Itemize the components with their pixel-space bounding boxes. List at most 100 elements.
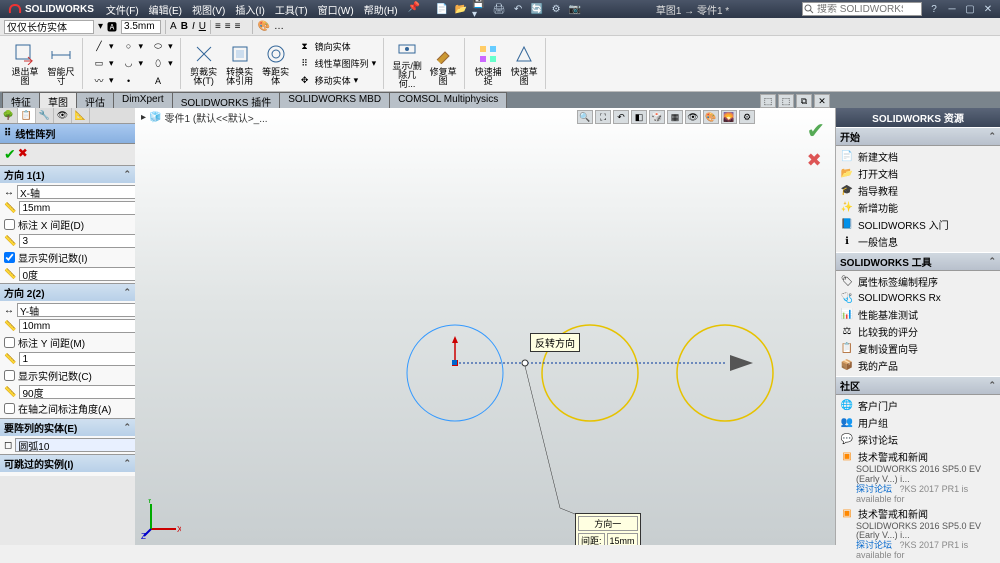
text-tool[interactable]: A: [148, 73, 176, 89]
task-pane-item[interactable]: ⚖比较我的评分: [838, 323, 998, 340]
save-icon[interactable]: 💾▾: [472, 2, 488, 16]
task-pane-item[interactable]: 📘SOLIDWORKS 入门: [838, 216, 998, 233]
pm-cancel-button[interactable]: ✖: [18, 146, 28, 163]
tile-v-icon[interactable]: ⬚: [778, 94, 794, 108]
mirror-button[interactable]: ⧗镜向实体: [295, 38, 380, 54]
reverse-icon[interactable]: ↔: [4, 303, 14, 317]
display-relations-button[interactable]: 显示/删除几何...: [390, 38, 424, 89]
reverse-icon[interactable]: ↔: [4, 185, 14, 199]
menu-file[interactable]: 文件(F): [102, 0, 143, 19]
news-link[interactable]: 探讨论坛: [856, 484, 892, 494]
rp-section-community[interactable]: 社区⌃: [836, 376, 1000, 395]
help-search[interactable]: ▾: [802, 2, 922, 16]
graphics-area[interactable]: ▸ 🧊 零件1 (默认<<默认>_... 🔍 ⛶ ↶ ◧ 🎲 ▦ 👁 🎨 🌄 ⚙…: [135, 108, 835, 545]
pm-checkbox[interactable]: [4, 252, 15, 263]
fm-tab-config[interactable]: 🔧: [36, 108, 54, 123]
menu-insert[interactable]: 插入(I): [231, 0, 268, 19]
open-icon[interactable]: 📂: [453, 2, 469, 16]
ellipse-tool[interactable]: ⬯▾: [148, 55, 176, 71]
underline-icon[interactable]: U: [199, 21, 206, 32]
menu-pin-icon[interactable]: 📌: [404, 0, 424, 19]
menu-window[interactable]: 窗口(W): [314, 0, 358, 19]
exit-sketch-button[interactable]: 退出草图: [8, 38, 42, 89]
options-icon[interactable]: ⚙: [548, 2, 564, 16]
convert-button[interactable]: 转换实体引用: [223, 38, 257, 89]
task-pane-item[interactable]: 📂打开文档: [838, 165, 998, 182]
task-pane-item[interactable]: 📦我的产品: [838, 357, 998, 374]
tab-mbd[interactable]: SOLIDWORKS MBD: [279, 92, 390, 108]
task-pane-item[interactable]: 📄新建文档: [838, 148, 998, 165]
pm-checkbox[interactable]: [4, 403, 15, 414]
capture-icon[interactable]: 📷: [567, 2, 583, 16]
task-pane-item[interactable]: 🩺SOLIDWORKS Rx: [838, 290, 998, 306]
pm-checkbox[interactable]: [4, 219, 15, 230]
rp-section-start[interactable]: 开始⌃: [836, 127, 1000, 146]
rect-tool[interactable]: ▭▾: [89, 55, 117, 71]
news-item[interactable]: ▣技术警戒和新闻: [838, 505, 998, 522]
rebuild-icon[interactable]: 🔄: [529, 2, 545, 16]
pm-section-header[interactable]: 方向 1(1)⌃: [0, 166, 135, 183]
layer-opts-icon[interactable]: ▾: [98, 21, 103, 32]
pm-checkbox[interactable]: [4, 337, 15, 348]
task-pane-item[interactable]: 🏷属性标签编制程序: [838, 273, 998, 290]
smart-dimension-button[interactable]: 智能尺寸: [44, 38, 78, 89]
tile-h-icon[interactable]: ⬚: [760, 94, 776, 108]
layer-dropdown[interactable]: 仅仅长仿实体: [4, 20, 94, 34]
pm-section-header[interactable]: 可跳过的实例(I)⌃: [0, 455, 135, 472]
search-input[interactable]: [815, 4, 905, 15]
move-button[interactable]: ✥移动实体▾: [295, 73, 380, 89]
spline-tool[interactable]: 〰▾: [89, 73, 117, 89]
pm-entity-list[interactable]: [15, 438, 153, 452]
linear-pattern-button[interactable]: ⠿线性草图阵列▾: [295, 55, 380, 71]
maximize-icon[interactable]: ▢: [962, 2, 978, 16]
repair-sketch-button[interactable]: 修复草图: [426, 38, 460, 89]
font-opts-icon[interactable]: 🅰: [107, 19, 117, 34]
undo-icon[interactable]: ↶: [510, 2, 526, 16]
help-icon[interactable]: ?: [926, 2, 942, 16]
align-center-icon[interactable]: ≡: [225, 21, 231, 32]
circle-tool[interactable]: ○▾: [119, 38, 147, 54]
color-icon[interactable]: 🎨: [257, 21, 269, 32]
collapse-icon[interactable]: ⌃: [988, 256, 996, 267]
task-pane-item[interactable]: 💬探讨论坛: [838, 431, 998, 448]
fm-tab-pm[interactable]: 📋: [18, 108, 36, 123]
close-doc-icon[interactable]: ✕: [814, 94, 830, 108]
align-right-icon[interactable]: ≡: [235, 21, 241, 32]
cascade-icon[interactable]: ⧉: [796, 94, 812, 108]
task-pane-item[interactable]: 📊性能基准测试: [838, 306, 998, 323]
collapse-icon[interactable]: ⌃: [988, 131, 996, 142]
task-pane-item[interactable]: 🎓指导教程: [838, 182, 998, 199]
tab-dimxpert[interactable]: DimXpert: [113, 92, 173, 108]
task-pane-item[interactable]: ✨新增功能: [838, 199, 998, 216]
menu-view[interactable]: 视图(V): [188, 0, 229, 19]
menu-edit[interactable]: 编辑(E): [145, 0, 186, 19]
arc-tool[interactable]: ◡▾: [119, 55, 147, 71]
trim-button[interactable]: 剪裁实体(T): [187, 38, 221, 89]
dimension-value[interactable]: 3.5mm: [121, 20, 161, 34]
task-pane-item[interactable]: 🌐客户门户: [838, 397, 998, 414]
search-dropdown-icon[interactable]: ▾: [905, 4, 910, 15]
fm-tab-tree[interactable]: 🌳: [0, 108, 18, 123]
align-left-icon[interactable]: ≡: [215, 21, 221, 32]
pm-section-header[interactable]: 方向 2(2)⌃: [0, 284, 135, 301]
tab-comsol[interactable]: COMSOL Multiphysics: [389, 92, 507, 108]
quick-snap-button[interactable]: 快速捕捉: [471, 38, 505, 89]
pm-checkbox[interactable]: [4, 370, 15, 381]
tab-addins[interactable]: SOLIDWORKS 插件: [172, 92, 281, 108]
new-icon[interactable]: 📄: [434, 2, 450, 16]
rp-section-tools[interactable]: SOLIDWORKS 工具⌃: [836, 252, 1000, 271]
dimension-callout[interactable]: 方向一 间距:15mm 实例:3: [575, 513, 641, 545]
offset-button[interactable]: 等距实体: [259, 38, 293, 89]
close-icon[interactable]: ✕: [980, 2, 996, 16]
slot-tool[interactable]: ⬭▾: [148, 38, 176, 54]
orientation-triad[interactable]: X Y Z: [141, 499, 181, 539]
tab-evaluate[interactable]: 评估: [76, 92, 114, 108]
task-pane-item[interactable]: 👥用户组: [838, 414, 998, 431]
collapse-icon[interactable]: ⌃: [988, 380, 996, 391]
menu-tools[interactable]: 工具(T): [271, 0, 312, 19]
rapid-sketch-button[interactable]: 快速草图: [507, 38, 541, 89]
bold-icon[interactable]: B: [181, 21, 188, 32]
more-opts-icon[interactable]: …: [274, 21, 284, 32]
print-icon[interactable]: 🖨: [491, 2, 507, 16]
news-item[interactable]: ▣技术警戒和新闻: [838, 448, 998, 465]
